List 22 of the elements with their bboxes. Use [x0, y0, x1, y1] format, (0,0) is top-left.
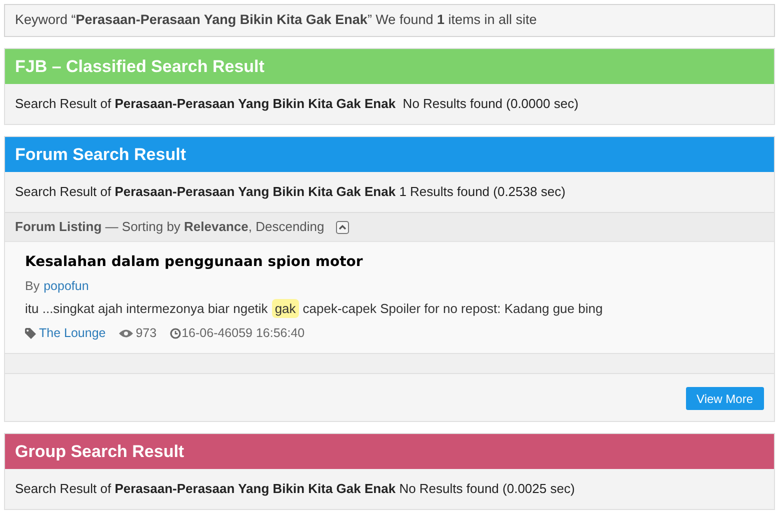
eye-icon [118, 329, 133, 338]
result-summary: Search Result of Perasaan-Perasaan Yang Bikin Kita Gak Enak 1 Results found (0.2538 sec) [15, 183, 566, 202]
result-summary: Search Result of Perasaan-Perasaan Yang Bikin Kita Gak Enak No Results found (0.0000 sec) [15, 95, 578, 114]
category-link[interactable]: The Lounge [39, 324, 106, 343]
view-count: 973 [136, 325, 157, 342]
excerpt-text: capek-capek Spoiler for no repost: Kadang gue bing [302, 300, 603, 318]
keyword-summary: Keyword “Perasaan-Perasaan Yang Bikin Kita Gak Enak” We found 1 items in all site [15, 11, 537, 30]
section-title: Group Search Result [15, 440, 184, 463]
highlighted-word: gak [272, 298, 299, 318]
post-date: 16-06-46059 16:56:40 [182, 325, 305, 342]
excerpt-text: itu ...singkat ajah intermezonya biar ngetik [25, 300, 268, 318]
clock-icon [170, 328, 181, 340]
collapse-icon[interactable] [336, 220, 350, 234]
author-link[interactable]: popofun [44, 277, 89, 296]
listing-heading: Forum Listing — Sorting by Relevance, Descending [15, 218, 324, 236]
section-title: FJB – Classified Search Result [15, 56, 264, 78]
result-summary: Search Result of Perasaan-Perasaan Yang Bikin Kita Gak Enak No Results found (0.0025 sec) [15, 480, 575, 498]
tag-icon [25, 328, 36, 340]
section-title: Forum Search Result [15, 144, 186, 166]
view-more-button[interactable]: View More [686, 387, 764, 410]
by-label: By [25, 278, 40, 295]
post-title[interactable]: Kesalahan dalam penggunaan spion motor [25, 252, 754, 273]
